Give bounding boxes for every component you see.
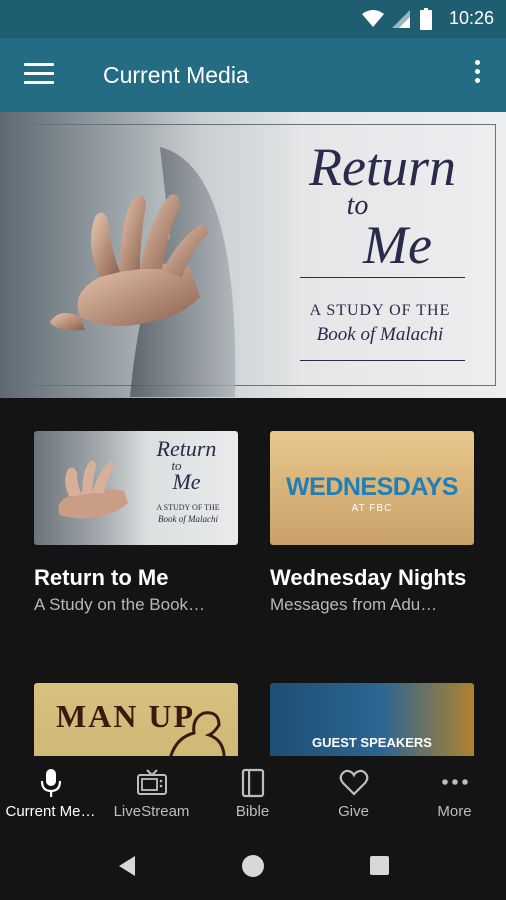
outstretched-hand-image xyxy=(58,460,128,519)
hero-divider xyxy=(300,360,465,361)
card-title: Return to Me xyxy=(34,565,169,590)
home-icon[interactable] xyxy=(242,855,264,877)
nav-label: Bible xyxy=(235,803,270,820)
heart-icon xyxy=(339,769,368,796)
menu-icon xyxy=(24,63,54,66)
media-thumbnail: MAN UP xyxy=(34,683,238,756)
system-navigation-bar xyxy=(0,830,506,900)
menu-button[interactable] xyxy=(24,63,54,87)
nav-item-livestream[interactable]: LiveStream xyxy=(101,756,202,830)
hero-divider xyxy=(300,277,465,278)
recent-apps-icon[interactable] xyxy=(370,856,389,875)
overflow-menu-button[interactable] xyxy=(472,60,482,90)
hero-subtitle: A STUDY OF THE xyxy=(309,302,451,319)
media-grid: Return to Me A STUDY OF THE Book of Mala… xyxy=(0,398,506,756)
flexed-arm-image xyxy=(169,711,226,756)
nav-item-give[interactable]: Give xyxy=(303,756,404,830)
battery-icon xyxy=(420,8,432,30)
nav-item-current-media[interactable]: Current Me… xyxy=(0,756,101,830)
thumbnail-subtitle: AT FBC xyxy=(351,503,393,514)
tv-icon xyxy=(136,769,167,795)
status-bar: 10:26 xyxy=(0,0,506,38)
nav-item-more[interactable]: More xyxy=(404,756,505,830)
card-subtitle: Messages from Adu… xyxy=(270,595,438,614)
media-card-guest-speakers[interactable]: GUEST SPEAKERS xyxy=(270,683,474,756)
nav-label: Current Me… xyxy=(5,803,96,820)
nav-label: More xyxy=(437,803,472,820)
status-time: 10:26 xyxy=(448,8,494,28)
nav-label: Give xyxy=(338,803,369,820)
book-icon xyxy=(241,768,264,798)
media-card-man-up[interactable]: MAN UP xyxy=(34,683,238,756)
nav-item-bible[interactable]: Bible xyxy=(202,756,303,830)
wifi-icon xyxy=(362,10,384,27)
hero-subtitle-book: Book of Malachi xyxy=(316,324,444,345)
card-title: Wednesday Nights xyxy=(270,565,467,590)
hero-title: Return to Me xyxy=(309,137,456,275)
app-bar: Current Media xyxy=(0,38,506,112)
outstretched-hand-image xyxy=(50,147,236,397)
media-card-wednesday-nights[interactable]: WEDNESDAYS AT FBC Wednesday Nights Messa… xyxy=(270,431,474,615)
thumbnail-title: Return to Me xyxy=(156,436,217,495)
page-title: Current Media xyxy=(103,62,249,88)
mic-icon xyxy=(40,769,61,797)
signal-icon xyxy=(392,10,410,28)
more-horizontal-icon xyxy=(441,779,468,785)
media-card-return-to-me[interactable]: Return to Me A STUDY OF THE Book of Mala… xyxy=(34,431,238,615)
media-thumbnail: GUEST SPEAKERS xyxy=(270,683,474,756)
thumbnail-title: GUEST SPEAKERS xyxy=(312,735,432,750)
back-icon[interactable] xyxy=(117,855,137,877)
card-subtitle: A Study on the Book… xyxy=(34,595,206,614)
bottom-navigation: Current Me… LiveStream Bible Give More xyxy=(0,756,506,830)
nav-label: LiveStream xyxy=(113,803,190,820)
more-vertical-icon xyxy=(474,60,480,65)
media-thumbnail: WEDNESDAYS AT FBC xyxy=(270,431,474,545)
thumbnail-title: WEDNESDAYS xyxy=(286,473,458,501)
hero-banner[interactable]: Return to Me A STUDY OF THE Book of Mala… xyxy=(0,112,506,398)
media-thumbnail: Return to Me A STUDY OF THE Book of Mala… xyxy=(34,431,238,545)
